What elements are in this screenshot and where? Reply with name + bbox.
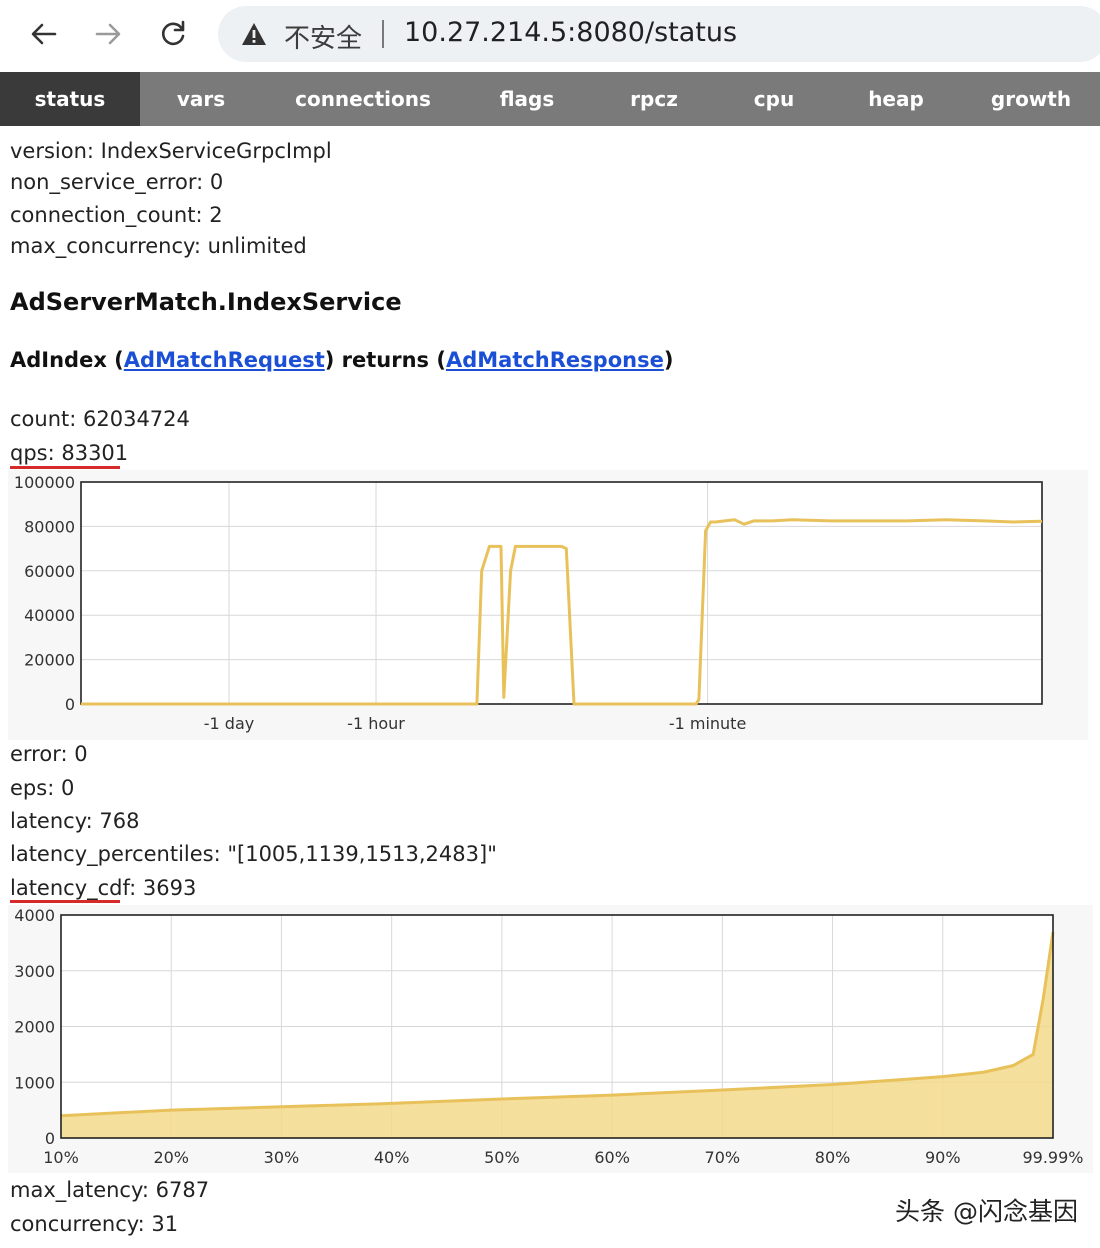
latency-cdf-chart: 4000 3000 2000 1000 0 10% 20% 30% 40% 50% 60% 70% 80…: [8, 905, 1093, 1173]
x-tick-label: 70%: [705, 1148, 741, 1167]
address-bar[interactable]: 不安全 10.27.214.5:8080/status: [218, 6, 1100, 62]
watermark-text: 头条 @闪念基因: [895, 1197, 1078, 1226]
count-text: count: 62034724: [10, 407, 190, 431]
x-tick-label: 60%: [594, 1148, 630, 1167]
qps-highlight-underline: [10, 466, 120, 469]
qps-chart: 100000 80000 60000 40000 20000 0 -1 day -1 hour…: [8, 470, 1088, 740]
y-tick-label: 100000: [14, 473, 75, 492]
back-arrow-icon: [31, 23, 57, 45]
version-text: version: IndexServiceGrpcImpl: [10, 139, 332, 163]
request-type-link[interactable]: AdMatchRequest: [124, 348, 325, 372]
y-tick-label: 3000: [14, 962, 55, 981]
reload-icon: [162, 20, 185, 46]
y-tick-label: 1000: [14, 1073, 55, 1092]
plot-area: [81, 482, 1042, 704]
tab-status[interactable]: status: [0, 72, 140, 126]
tab-rpcz[interactable]: rpcz: [590, 72, 718, 126]
max-latency-text: max_latency: 6787: [10, 1178, 210, 1202]
address-divider: [382, 20, 384, 48]
method-signature: AdIndex (AdMatchRequest) returns (AdMatc…: [10, 348, 673, 372]
forward-button[interactable]: [86, 12, 130, 56]
service-title: AdServerMatch.IndexService: [10, 288, 402, 316]
url-text[interactable]: 10.27.214.5:8080/status: [404, 17, 737, 48]
x-tick-label: 99.99%: [1022, 1148, 1083, 1167]
x-tick-label: -1 minute: [669, 714, 746, 733]
max-concurrency-text: max_concurrency: unlimited: [10, 234, 307, 258]
x-tick-label: 80%: [815, 1148, 851, 1167]
y-tick-label: 40000: [24, 606, 75, 625]
returns-text: ) returns (: [324, 348, 446, 372]
y-tick-label: 60000: [24, 562, 75, 581]
x-tick-label: -1 hour: [347, 714, 405, 733]
x-tick-label: 90%: [925, 1148, 961, 1167]
security-status[interactable]: 不安全: [284, 18, 362, 55]
y-tick-label: 80000: [24, 517, 75, 536]
qps-text[interactable]: qps: 83301: [10, 441, 128, 465]
tab-cpu[interactable]: cpu: [718, 72, 830, 126]
tab-flags[interactable]: flags: [464, 72, 590, 126]
latency-percentiles-text: latency_percentiles: "[1005,1139,1513,24…: [10, 842, 497, 866]
non-service-error-text: non_service_error: 0: [10, 170, 224, 194]
x-tick-label: 40%: [374, 1148, 410, 1167]
connection-count-text: connection_count: 2: [10, 203, 223, 227]
qps-chart-svg: 100000 80000 60000 40000 20000 0 -1 day -1 hour…: [8, 470, 1088, 740]
y-tick-label: 0: [45, 1129, 55, 1148]
latency-cdf-highlight-underline: [10, 900, 120, 903]
warning-icon[interactable]: [240, 20, 268, 48]
browser-toolbar: 不安全 10.27.214.5:8080/status: [0, 0, 1100, 73]
tab-heap[interactable]: heap: [830, 72, 962, 126]
x-tick-label: -1 day: [204, 714, 254, 733]
x-tick-label: 30%: [264, 1148, 300, 1167]
error-text: error: 0: [10, 742, 88, 766]
y-tick-label: 2000: [14, 1018, 55, 1037]
y-tick-label: 4000: [14, 906, 55, 925]
eps-text: eps: 0: [10, 776, 75, 800]
tab-growth[interactable]: growth: [962, 72, 1100, 126]
latency-text: latency: 768: [10, 809, 140, 833]
tab-connections[interactable]: connections: [262, 72, 464, 126]
y-tick-label: 20000: [24, 651, 75, 670]
reload-button[interactable]: [151, 12, 195, 56]
y-tick-label: 0: [65, 695, 75, 714]
latency-cdf-text[interactable]: latency_cdf: 3693: [10, 876, 196, 900]
x-tick-label: 20%: [153, 1148, 189, 1167]
watermark: 头条 @闪念基因: [881, 1192, 1078, 1228]
forward-arrow-icon: [95, 23, 121, 45]
tab-bar: status vars connections flags rpcz cpu h…: [0, 72, 1100, 126]
back-button[interactable]: [22, 12, 66, 56]
tab-vars[interactable]: vars: [140, 72, 262, 126]
response-type-link[interactable]: AdMatchResponse: [446, 348, 664, 372]
concurrency-text: concurrency: 31: [10, 1212, 179, 1236]
cdf-chart-svg: 4000 3000 2000 1000 010% 20% 30% 40% 50% 60% 70% 80…: [8, 905, 1093, 1173]
method-close: ): [663, 348, 674, 372]
x-tick-label: 50%: [484, 1148, 520, 1167]
x-tick-label: 10%: [43, 1148, 79, 1167]
method-name: AdIndex (: [10, 348, 124, 372]
